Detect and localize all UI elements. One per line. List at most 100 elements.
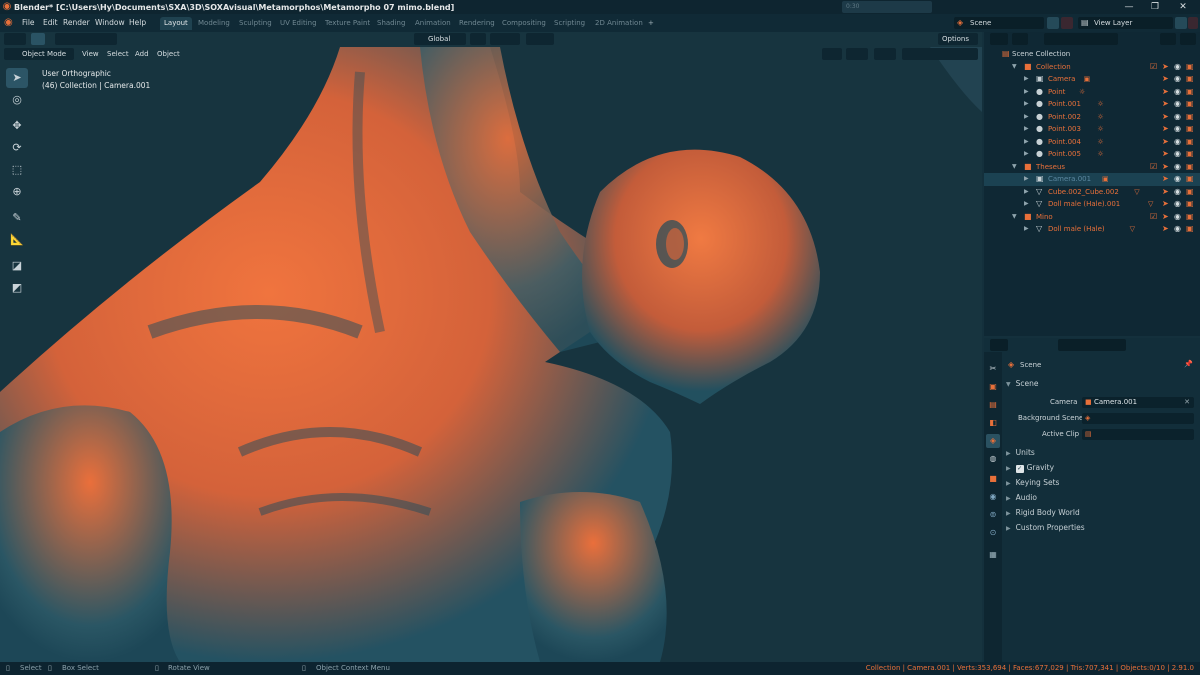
tab-animation[interactable]: Animation: [411, 17, 455, 30]
collapse-arrow-icon[interactable]: ▶: [1024, 198, 1029, 211]
tab-modeling[interactable]: Modeling: [194, 17, 234, 30]
menu-help[interactable]: Help: [129, 14, 146, 32]
render-toggle-icon[interactable]: ▣: [1186, 61, 1194, 74]
selectable-toggle-icon[interactable]: ➤: [1162, 123, 1169, 136]
visibility-eye-icon[interactable]: ◉: [1174, 86, 1181, 99]
render-toggle-icon[interactable]: ▣: [1186, 198, 1194, 211]
selectable-toggle-icon[interactable]: ➤: [1162, 186, 1169, 199]
cursor-tool-icon[interactable]: ◎: [6, 90, 28, 110]
mesh-data-icon[interactable]: ▽: [1148, 198, 1153, 211]
tab-2d-animation[interactable]: 2D Animation: [591, 17, 647, 30]
blender-menu-icon[interactable]: ◉: [4, 14, 13, 32]
exclude-checkbox[interactable]: ☑: [1150, 161, 1157, 174]
viewport-menu-object[interactable]: Object: [157, 48, 180, 60]
render-toggle-icon[interactable]: ▣: [1186, 211, 1194, 224]
visibility-eye-icon[interactable]: ◉: [1174, 223, 1181, 236]
outliner-row[interactable]: ▶ ▽ Doll male (Hale) ▽ ➤ ◉ ▣: [984, 223, 1200, 236]
tab-layout[interactable]: Layout: [160, 17, 192, 30]
selectable-toggle-icon[interactable]: ➤: [1162, 98, 1169, 111]
selectable-toggle-icon[interactable]: ➤: [1162, 61, 1169, 74]
outliner-row[interactable]: ▶ ● Point.004 ☼ ➤ ◉ ▣: [984, 136, 1200, 149]
collapse-arrow-icon[interactable]: ▶: [1024, 186, 1029, 199]
rotate-tool-icon[interactable]: ⟳: [6, 138, 28, 158]
collapse-arrow-icon[interactable]: ▶: [1024, 148, 1029, 161]
move-tool-icon[interactable]: ✥: [6, 116, 28, 136]
mesh-data-icon[interactable]: ▽: [1134, 186, 1139, 199]
view-layer-selector[interactable]: ▤ View Layer: [1078, 17, 1173, 29]
outliner-row[interactable]: ▼ ■ Theseus ☑ ➤ ◉ ▣: [984, 161, 1200, 174]
maximize-button[interactable]: ❐: [1142, 0, 1168, 14]
collapse-arrow-icon[interactable]: ▶: [1024, 73, 1029, 86]
outliner-row[interactable]: ▶ ● Point.001 ☼ ➤ ◉ ▣: [984, 98, 1200, 111]
render-toggle-icon[interactable]: ▣: [1186, 111, 1194, 124]
tab-shading[interactable]: Shading: [373, 17, 409, 30]
physics-tab-icon[interactable]: ◉: [986, 490, 1000, 504]
selectable-toggle-icon[interactable]: ➤: [1162, 198, 1169, 211]
scene-tab-icon[interactable]: ◈: [986, 434, 1000, 448]
selectable-toggle-icon[interactable]: ➤: [1162, 161, 1169, 174]
menu-window[interactable]: Window: [95, 14, 125, 32]
visibility-eye-icon[interactable]: ◉: [1174, 173, 1181, 186]
tab-uv-editing[interactable]: UV Editing: [276, 17, 321, 30]
custom-properties-panel[interactable]: ▶ Custom Properties: [1006, 523, 1085, 532]
outliner-display-mode-icon[interactable]: [1012, 33, 1028, 45]
editor-type-selector[interactable]: [4, 33, 26, 45]
visibility-eye-icon[interactable]: ◉: [1174, 161, 1181, 174]
expand-arrow-icon[interactable]: ▼: [1012, 211, 1017, 224]
keying-sets-panel[interactable]: ▶ Keying Sets: [1006, 478, 1059, 487]
visibility-eye-icon[interactable]: ◉: [1174, 148, 1181, 161]
texture-tab-icon[interactable]: ▦: [986, 548, 1000, 562]
render-toggle-icon[interactable]: ▣: [1186, 148, 1194, 161]
proportional-editing-toggle[interactable]: [526, 33, 554, 45]
light-data-icon[interactable]: ☼: [1097, 148, 1103, 161]
units-panel[interactable]: ▶ Units: [1006, 448, 1035, 457]
rigid-body-world-panel[interactable]: ▶ Rigid Body World: [1006, 508, 1080, 517]
camera-data-icon[interactable]: ▣: [1102, 173, 1109, 186]
outliner-filter-icon[interactable]: [1160, 33, 1176, 45]
visibility-eye-icon[interactable]: ◉: [1174, 136, 1181, 149]
visibility-eye-icon[interactable]: ◉: [1174, 123, 1181, 136]
clear-camera-icon[interactable]: ✕: [1184, 397, 1190, 408]
scene-selector[interactable]: ◈ Scene: [954, 17, 1044, 29]
pin-icon[interactable]: 📌: [1184, 360, 1193, 368]
viewport-menu-add[interactable]: Add: [135, 48, 149, 60]
collapse-arrow-icon[interactable]: ▶: [1024, 223, 1029, 236]
camera-field[interactable]: ■ Camera.001 ✕: [1082, 397, 1194, 408]
outliner-row[interactable]: ▶ ▽ Doll male (Hale).001 ▽ ➤ ◉ ▣: [984, 198, 1200, 211]
visibility-eye-icon[interactable]: ◉: [1174, 73, 1181, 86]
gravity-panel[interactable]: ▶ ✓ Gravity: [1006, 463, 1054, 473]
collapse-arrow-icon[interactable]: ▶: [1024, 136, 1029, 149]
render-toggle-icon[interactable]: ▣: [1186, 173, 1194, 186]
light-data-icon[interactable]: ☼: [1097, 136, 1103, 149]
properties-editor-type-icon[interactable]: [990, 339, 1008, 351]
outliner-search-input[interactable]: [1044, 33, 1118, 45]
collapse-arrow-icon[interactable]: ▶: [1024, 86, 1029, 99]
selectable-toggle-icon[interactable]: ➤: [1162, 86, 1169, 99]
outliner-row[interactable]: ▶ ● Point.003 ☼ ➤ ◉ ▣: [984, 123, 1200, 136]
tab-texture-paint[interactable]: Texture Paint: [321, 17, 374, 30]
render-toggle-icon[interactable]: ▣: [1186, 186, 1194, 199]
new-collection-icon[interactable]: [1180, 33, 1196, 45]
overlay-toggle[interactable]: [874, 48, 896, 60]
outliner-row[interactable]: ▶ ● Point.005 ☼ ➤ ◉ ▣: [984, 148, 1200, 161]
scene-panel-header[interactable]: ▼ Scene: [1006, 379, 1039, 388]
render-toggle-icon[interactable]: ▣: [1186, 223, 1194, 236]
outliner-row[interactable]: ▶ ▣ Camera ▣ ➤ ◉ ▣: [984, 73, 1200, 86]
collapse-arrow-icon[interactable]: ▶: [1024, 123, 1029, 136]
render-toggle-icon[interactable]: ▣: [1186, 161, 1194, 174]
outliner-row[interactable]: ▶ ▽ Cube.002_Cube.002 ▽ ➤ ◉ ▣: [984, 186, 1200, 199]
camera-data-icon[interactable]: ▣: [1084, 73, 1091, 86]
visibility-eye-icon[interactable]: ◉: [1174, 198, 1181, 211]
exclude-checkbox[interactable]: ☑: [1150, 211, 1157, 224]
render-toggle-icon[interactable]: ▣: [1186, 86, 1194, 99]
minimize-button[interactable]: —: [1116, 0, 1142, 14]
background-scene-field[interactable]: ◈: [1082, 413, 1194, 424]
delete-view-layer-button[interactable]: [1188, 17, 1198, 29]
object-data-tab-icon[interactable]: ⊙: [986, 526, 1000, 540]
outliner-row[interactable]: ▼ ■ Mino ☑ ➤ ◉ ▣: [984, 211, 1200, 224]
tab-compositing[interactable]: Compositing: [498, 17, 550, 30]
light-data-icon[interactable]: ☼: [1097, 98, 1103, 111]
light-data-icon[interactable]: ☼: [1097, 111, 1103, 124]
tab-rendering[interactable]: Rendering: [455, 17, 499, 30]
viewport-menu-select[interactable]: Select: [107, 48, 129, 60]
